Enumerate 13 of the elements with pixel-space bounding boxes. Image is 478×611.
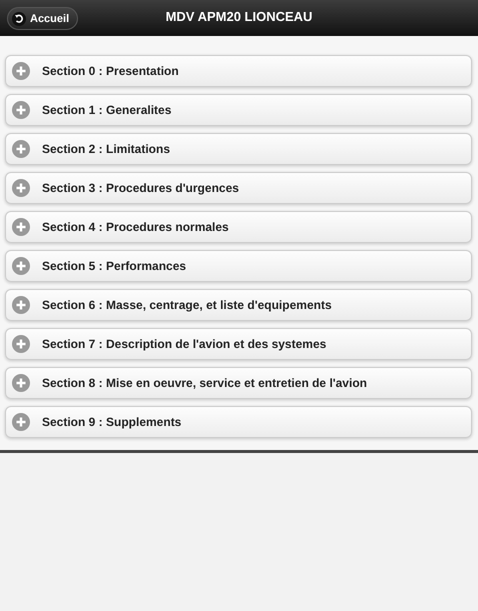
section-item[interactable]: Section 9 : Supplements — [5, 406, 472, 438]
section-item[interactable]: Section 6 : Masse, centrage, et liste d'equipements — [5, 289, 472, 321]
section-item[interactable]: Section 8 : Mise en oeuvre, service et entretien de l'avion — [5, 367, 472, 399]
back-icon — [12, 12, 26, 26]
section-item[interactable]: Section 7 : Description de l'avion et des systemes — [5, 328, 472, 360]
back-button[interactable]: Accueil — [7, 7, 78, 30]
section-item[interactable]: Section 1 : Generalites — [5, 94, 472, 126]
section-item[interactable]: Section 5 : Performances — [5, 250, 472, 282]
section-item[interactable]: Section 4 : Procedures normales — [5, 211, 472, 243]
section-item[interactable]: Section 0 : Presentation — [5, 55, 472, 87]
page-title: MDV APM20 LIONCEAU — [166, 8, 312, 24]
section-item[interactable]: Section 3 : Procedures d'urgences — [5, 172, 472, 204]
section-item[interactable]: Section 2 : Limitations — [5, 133, 472, 165]
